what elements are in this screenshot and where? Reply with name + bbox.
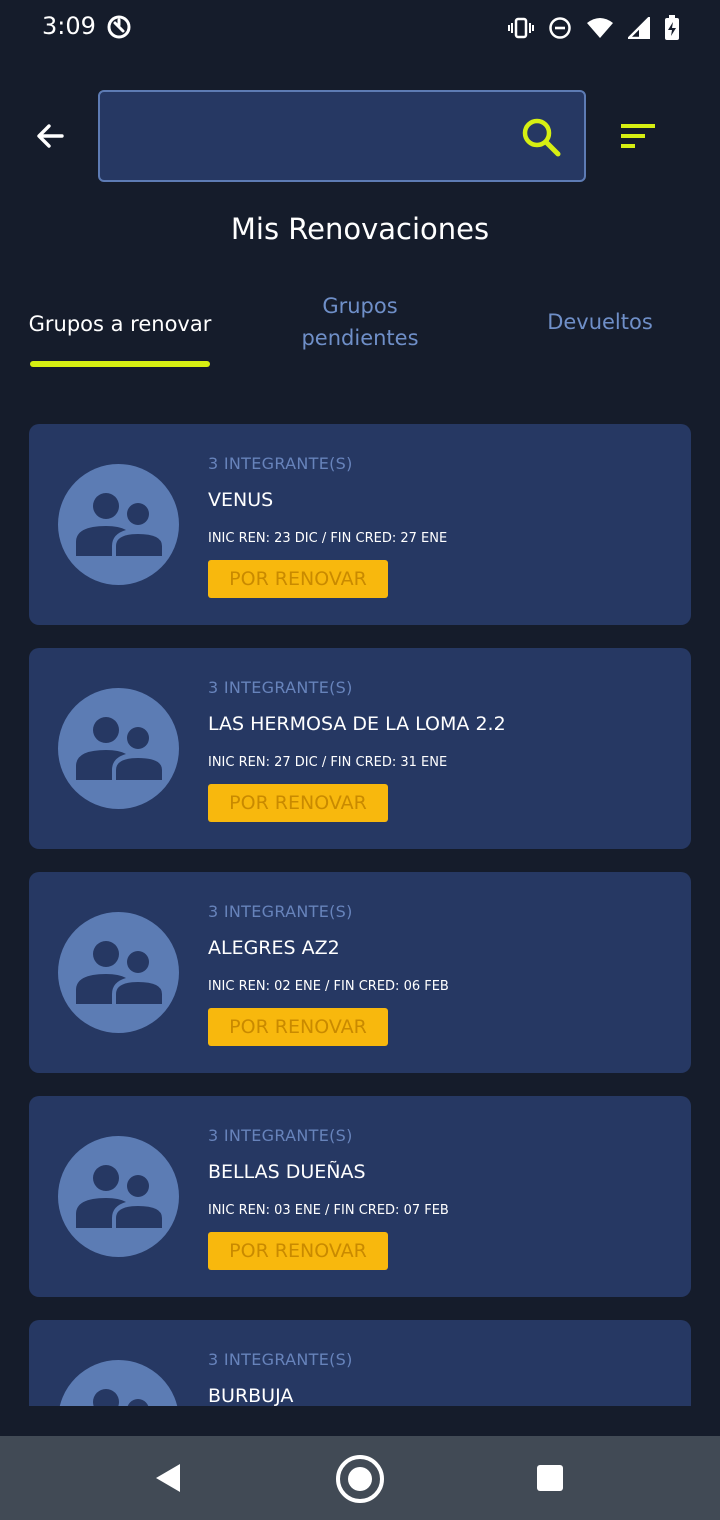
page-title: Mis Renovaciones (230, 212, 490, 246)
screen: 3:09 Mis Renovaciones Grupos a renovar G… (0, 0, 720, 1520)
sort-filter-button[interactable] (612, 112, 664, 160)
active-tab-indicator (30, 361, 210, 367)
status-icons (508, 14, 680, 42)
nav-home-icon[interactable] (334, 1453, 386, 1505)
group-card[interactable]: 3 INTEGRANTE(S) BELLAS DUEÑAS INIC REN: … (29, 1096, 691, 1297)
data-saver-icon (107, 15, 131, 39)
wifi-icon (587, 18, 613, 38)
group-members-count: 3 INTEGRANTE(S) (208, 1350, 353, 1369)
group-icon (76, 717, 162, 780)
group-name: LAS HERMOSA DE LA LOMA 2.2 (208, 713, 506, 735)
search-box (98, 90, 586, 182)
group-card[interactable]: 3 INTEGRANTE(S) ALEGRES AZ2 INIC REN: 02… (29, 872, 691, 1073)
group-dates: INIC REN: 03 ENE / FIN CRED: 07 FEB (208, 1203, 449, 1218)
group-icon (93, 1389, 149, 1406)
status-bar: 3:09 (0, 0, 720, 56)
group-avatar (58, 1136, 179, 1257)
system-nav-bar (0, 1436, 720, 1520)
status-badge: POR RENOVAR (208, 784, 388, 822)
group-icon (76, 941, 162, 1004)
search-icon[interactable] (520, 116, 564, 160)
group-card[interactable]: 3 INTEGRANTE(S) LAS HERMOSA DE LA LOMA 2… (29, 648, 691, 849)
tab-grupos-pendientes[interactable]: Grupos pendientes (270, 290, 450, 354)
group-dates: INIC REN: 27 DIC / FIN CRED: 31 ENE (208, 755, 448, 770)
group-dates: INIC REN: 23 DIC / FIN CRED: 27 ENE (208, 531, 448, 546)
group-name: VENUS (208, 489, 274, 511)
do-not-disturb-icon (549, 17, 571, 39)
group-members-count: 3 INTEGRANTE(S) (208, 454, 353, 473)
tab-grupos-a-renovar[interactable]: Grupos a renovar (20, 308, 220, 340)
nav-recents-icon[interactable] (536, 1464, 564, 1492)
group-members-count: 3 INTEGRANTE(S) (208, 902, 353, 921)
arrow-back-icon (37, 124, 64, 148)
group-members-count: 3 INTEGRANTE(S) (208, 678, 353, 697)
nav-back-icon[interactable] (150, 1456, 190, 1500)
group-card[interactable]: 3 INTEGRANTE(S) VENUS INIC REN: 23 DIC /… (29, 424, 691, 625)
status-badge: POR RENOVAR (208, 1008, 388, 1046)
signal-icon (628, 17, 650, 39)
group-list[interactable]: 3 INTEGRANTE(S) VENUS INIC REN: 23 DIC /… (0, 400, 720, 1406)
group-name: BURBUJA (208, 1385, 294, 1406)
status-badge: POR RENOVAR (208, 560, 388, 598)
vibrate-icon (508, 17, 534, 39)
status-time: 3:09 (42, 12, 96, 40)
group-dates: INIC REN: 02 ENE / FIN CRED: 06 FEB (208, 979, 449, 994)
group-icon (76, 493, 162, 556)
group-avatar (58, 912, 179, 1033)
group-avatar (58, 1360, 179, 1406)
sort-icon (621, 124, 655, 148)
group-members-count: 3 INTEGRANTE(S) (208, 1126, 353, 1145)
group-card[interactable]: 3 INTEGRANTE(S) BURBUJA (29, 1320, 691, 1406)
group-avatar (58, 464, 179, 585)
group-name: ALEGRES AZ2 (208, 937, 340, 959)
status-badge: POR RENOVAR (208, 1232, 388, 1270)
tab-devueltos[interactable]: Devueltos (520, 306, 680, 338)
back-button[interactable] (26, 112, 74, 160)
tab-grupos-pendientes-label: Grupos pendientes (301, 294, 419, 350)
group-icon (76, 1165, 162, 1228)
battery-charging-icon (665, 15, 679, 40)
search-input[interactable] (116, 112, 516, 162)
group-name: BELLAS DUEÑAS (208, 1161, 366, 1183)
group-avatar (58, 688, 179, 809)
